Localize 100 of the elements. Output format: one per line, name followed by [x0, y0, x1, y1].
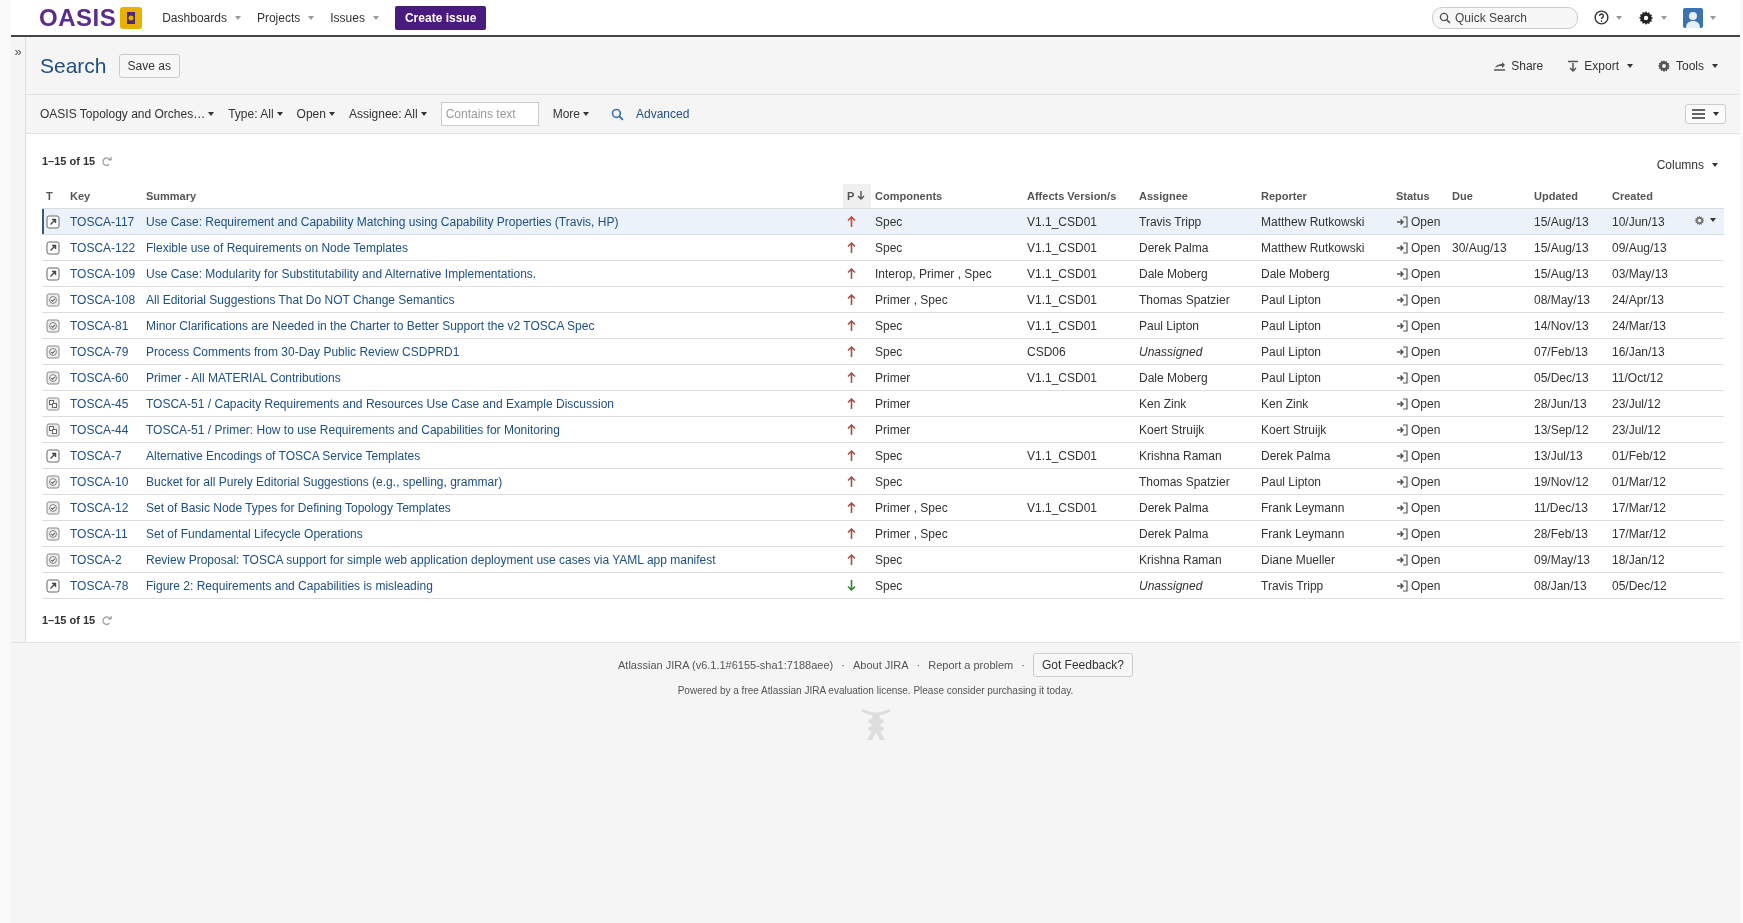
issue-row[interactable]: TOSCA-11 Set of Fundamental Lifecycle Operations Primer , Spec Derek Palma Frank Leymann Open 28/Feb/13 17/Mar/12 — [42, 520, 1724, 547]
search-button[interactable] — [611, 107, 624, 121]
issue-key-link[interactable]: TOSCA-2 — [70, 552, 122, 567]
refresh-icon[interactable] — [101, 614, 113, 626]
issue-row[interactable]: TOSCA-10 Bucket for all Purely Editorial Suggestions (e.g., spelling, grammar) Spec Thomas Spatzier Paul Lipton Open 19/Nov/12 01/Mar/12 — [42, 468, 1724, 495]
issue-summary-link[interactable]: Review Proposal: TOSCA support for simple web application deployment use cases via YAML app manifest — [146, 552, 716, 567]
column-header[interactable]: Updated — [1530, 184, 1608, 209]
issue-key-link[interactable]: TOSCA-60 — [70, 370, 129, 385]
column-header[interactable]: Components — [871, 184, 1023, 209]
issue-summary-link[interactable]: Use Case: Modularity for Substitutability and Alternative Implementations. — [146, 266, 537, 281]
help-menu[interactable] — [1594, 10, 1622, 25]
issue-row[interactable]: TOSCA-122 Flexible use of Requirements on Node Templates Spec V1.1_CSD01 Derek Palma Matthew Rutkowski Open 30/Aug/13 15/Aug/13 09/Aug/13 — [42, 234, 1724, 261]
issue-row[interactable]: TOSCA-117 Use Case: Requirement and Capability Matching using Capability Properties (Travis, HP) Spec V1.1_CSD01 Travis Tripp Matthew Rutkowski Open 15/Aug/13 10/Jun/13 — [42, 208, 1724, 235]
column-header[interactable]: Assignee — [1135, 184, 1257, 209]
issue-key-link[interactable]: TOSCA-11 — [70, 526, 128, 541]
issue-row[interactable]: TOSCA-44 TOSCA-51 / Primer: How to use Requirements and Capabilities for Monitoring Primer Koert Struijk Koert Struijk Open 13/Sep/12 23/Jul/12 — [42, 416, 1724, 443]
issue-summary-link[interactable]: Flexible use of Requirements on Node Templates — [146, 240, 408, 255]
status-text: Open — [1411, 474, 1441, 489]
column-header[interactable]: Created — [1608, 184, 1690, 209]
open-status-icon — [1396, 267, 1408, 280]
components-text: Primer — [875, 370, 911, 385]
issue-row[interactable]: TOSCA-79 Process Comments from 30-Day Public Review CSDPRD1 Spec CSD06 Unassigned Paul Lipton Open 07/Feb/13 16/Jan/13 — [42, 338, 1724, 365]
issue-summary-link[interactable]: Set of Basic Node Types for Defining Topology Templates — [146, 500, 451, 515]
refresh-icon[interactable] — [101, 155, 113, 167]
create-issue-button[interactable]: Create issue — [394, 5, 487, 30]
assignee-text: Unassigned — [1139, 578, 1203, 593]
column-header[interactable]: Affects Version/s — [1023, 184, 1135, 209]
footer-link[interactable]: Report a problem — [928, 659, 1014, 671]
nav-menu[interactable]: Dashboards — [162, 10, 241, 25]
columns-menu[interactable]: Columns — [1656, 158, 1718, 172]
issue-row[interactable]: TOSCA-12 Set of Basic Node Types for Defining Topology Templates Primer , Spec V1.1_CSD01 Derek Palma Frank Leymann Open 11/Dec/13 17/Mar/12 — [42, 494, 1724, 521]
issue-row[interactable]: TOSCA-7 Alternative Encodings of TOSCA Service Templates Spec V1.1_CSD01 Krishna Raman Derek Palma Open 13/Jul/13 01/Feb/12 — [42, 442, 1724, 469]
issue-key-link[interactable]: TOSCA-45 — [70, 396, 129, 411]
updated-date-text: 15/Aug/13 — [1534, 266, 1589, 281]
issue-summary-link[interactable]: Alternative Encodings of TOSCA Service Templates — [146, 448, 421, 463]
share-button[interactable]: Share — [1493, 58, 1544, 73]
quick-search-field[interactable]: Quick Search — [1432, 6, 1578, 29]
status-text: Open — [1411, 292, 1441, 307]
issue-key-link[interactable]: TOSCA-108 — [70, 292, 136, 307]
issue-summary-link[interactable]: Figure 2: Requirements and Capabilities is misleading — [146, 578, 433, 593]
column-header[interactable]: Key — [66, 184, 142, 209]
issue-key-link[interactable]: TOSCA-79 — [70, 344, 129, 359]
issue-summary-link[interactable]: Minor Clarifications are Needed in the Charter to Better Support the v2 TOSCA Spec — [146, 318, 595, 333]
reporter-text: Diane Mueller — [1261, 552, 1336, 567]
row-actions-menu[interactable] — [1694, 214, 1716, 226]
issue-row[interactable]: TOSCA-78 Figure 2: Requirements and Capabilities is misleading Spec Unassigned Travis Tripp Open 08/Jan/13 05/Dec/12 — [42, 572, 1724, 599]
issue-key-link[interactable]: TOSCA-81 — [70, 318, 129, 333]
layout-menu-button[interactable] — [1685, 104, 1726, 124]
issue-key-link[interactable]: TOSCA-7 — [70, 448, 122, 463]
column-header[interactable]: T — [42, 184, 66, 209]
export-menu[interactable]: Export — [1567, 58, 1633, 73]
column-header[interactable]: Due — [1448, 184, 1530, 209]
issue-row[interactable]: TOSCA-2 Review Proposal: TOSCA support for simple web application deployment use cases via YAML app manifest Spec Krishna Raman Diane Mueller Open 09/May/13 18/Jan/12 — [42, 546, 1724, 573]
issue-summary-link[interactable]: TOSCA-51 / Capacity Requirements and Resources Use Case and Example Discussion — [146, 396, 614, 411]
issue-summary-link[interactable]: Primer - All MATERIAL Contributions — [146, 370, 341, 385]
created-date-text: 24/Mar/13 — [1612, 318, 1667, 333]
more-filters-button[interactable]: More — [552, 107, 589, 121]
issue-key-link[interactable]: TOSCA-12 — [70, 500, 129, 515]
issue-row[interactable]: TOSCA-45 TOSCA-51 / Capacity Requirements and Resources Use Case and Example Discussion Primer Ken Zink Ken Zink Open 28/Jun/13 23/Jul/12 — [42, 390, 1724, 417]
issue-summary-link[interactable]: Bucket for all Purely Editorial Suggestions (e.g., spelling, grammar) — [146, 474, 503, 489]
logo-text[interactable]: OASIS — [39, 3, 117, 32]
user-menu[interactable] — [1683, 7, 1716, 28]
text-filter-field[interactable]: Contains text — [440, 102, 539, 126]
column-header[interactable]: Status — [1392, 184, 1448, 209]
issue-key-link[interactable]: TOSCA-10 — [70, 474, 129, 489]
issue-row[interactable]: TOSCA-109 Use Case: Modularity for Substitutability and Alternative Implementations. Interop, Primer , Spec V1.1_CSD01 Dale Moberg Dale Moberg Open 15/Aug/13 03/May/13 — [42, 260, 1724, 287]
advanced-search-link[interactable]: Advanced — [636, 107, 690, 121]
issue-row[interactable]: TOSCA-108 All Editorial Suggestions That Do NOT Change Semantics Primer , Spec V1.1_CSD01 Thomas Spatzier Paul Lipton Open 08/May/13 24/Apr/13 — [42, 286, 1724, 313]
filter-dropdown[interactable]: Assignee: All — [348, 107, 427, 121]
filter-dropdown[interactable]: Open — [296, 107, 335, 121]
column-header[interactable]: P — [843, 184, 871, 209]
tools-menu[interactable]: Tools — [1657, 58, 1718, 73]
footer-link[interactable]: About JIRA — [852, 659, 909, 671]
column-header[interactable]: Summary — [142, 184, 843, 209]
filter-dropdown[interactable]: Type: All — [228, 107, 283, 121]
issue-row[interactable]: TOSCA-60 Primer - All MATERIAL Contributions Primer V1.1_CSD01 Dale Moberg Paul Lipton Open 05/Dec/13 11/Oct/12 — [42, 364, 1724, 391]
sidebar-expand-button[interactable]: » — [14, 43, 22, 59]
issue-key-link[interactable]: TOSCA-122 — [70, 240, 136, 255]
result-count: 1–15 of 15 — [42, 614, 96, 626]
status-text: Open — [1411, 422, 1441, 437]
issue-summary-link[interactable]: All Editorial Suggestions That Do NOT Change Semantics — [146, 292, 455, 307]
nav-menu[interactable]: Issues — [330, 10, 379, 25]
status-text: Open — [1411, 578, 1441, 593]
nav-menu[interactable]: Projects — [256, 10, 315, 25]
issue-key-link[interactable]: TOSCA-109 — [70, 266, 136, 281]
feedback-button[interactable]: Got Feedback? — [1032, 653, 1133, 677]
filter-dropdown[interactable]: OASIS Topology and Orches… — [40, 107, 215, 121]
issue-summary-link[interactable]: TOSCA-51 / Primer: How to use Requirements and Capabilities for Monitoring — [146, 422, 560, 437]
status-text: Open — [1411, 266, 1441, 281]
gear-icon — [1694, 214, 1705, 226]
issue-summary-link[interactable]: Set of Fundamental Lifecycle Operations — [146, 526, 363, 541]
column-header[interactable]: Reporter — [1257, 184, 1392, 209]
issue-key-link[interactable]: TOSCA-44 — [70, 422, 129, 437]
settings-menu[interactable] — [1638, 9, 1667, 26]
issue-key-link[interactable]: TOSCA-78 — [70, 578, 129, 593]
issue-summary-link[interactable]: Process Comments from 30-Day Public Review CSDPRD1 — [146, 344, 460, 359]
updated-date-text: 19/Nov/12 — [1534, 474, 1589, 489]
reporter-text: Dale Moberg — [1261, 266, 1330, 281]
save-as-button[interactable]: Save as — [118, 53, 180, 78]
issue-row[interactable]: TOSCA-81 Minor Clarifications are Needed in the Charter to Better Support the v2 TOSCA Spec Spec V1.1_CSD01 Paul Lipton Paul Lipton Open 14/Nov/13 24/Mar/13 — [42, 312, 1724, 339]
